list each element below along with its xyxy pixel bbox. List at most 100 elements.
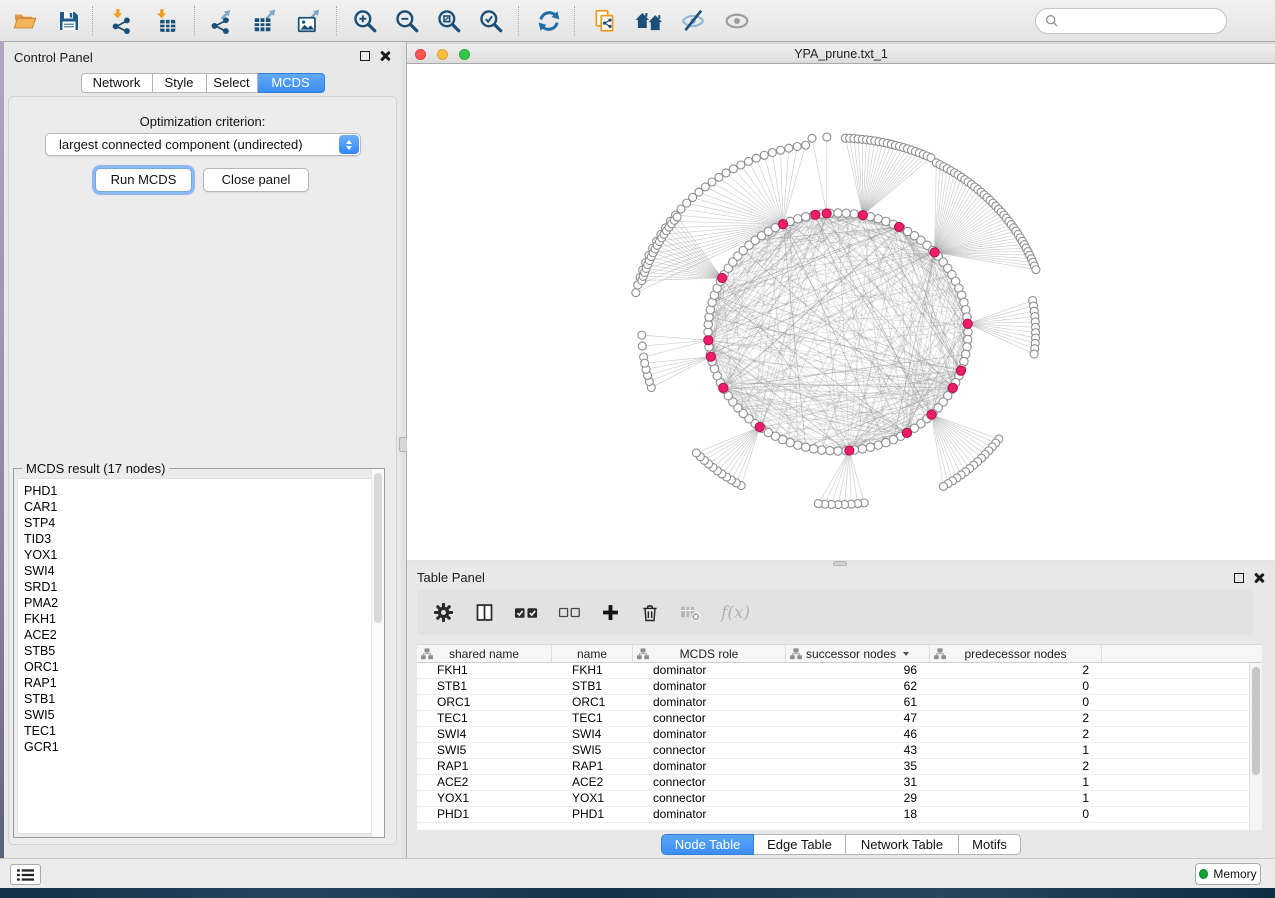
table-cell[interactable]: 0: [930, 695, 1102, 710]
tab-edge-table[interactable]: Edge Table: [754, 834, 846, 855]
network-node[interactable]: [882, 438, 890, 446]
network-node[interactable]: [874, 441, 882, 449]
table-cell[interactable]: dominator: [633, 727, 786, 742]
tab-select[interactable]: Select: [207, 73, 258, 93]
table-cell[interactable]: 43: [786, 743, 930, 758]
column-header-name[interactable]: name: [552, 645, 633, 662]
home-button[interactable]: [628, 3, 670, 39]
table-cell[interactable]: ACE2: [552, 775, 633, 790]
table-cell[interactable]: 2: [930, 711, 1102, 726]
zoom-fit-button[interactable]: [428, 3, 470, 39]
network-node[interactable]: [1032, 266, 1040, 274]
table-cell[interactable]: SWI5: [552, 743, 633, 758]
close-panel-icon[interactable]: [379, 50, 390, 61]
zoom-out-button[interactable]: [386, 3, 428, 39]
network-node[interactable]: [737, 161, 745, 169]
network-node[interactable]: [818, 446, 826, 454]
delete-column-button[interactable]: [640, 602, 660, 624]
zoom-selected-button[interactable]: [470, 3, 512, 39]
mcds-result-item[interactable]: TID3: [18, 531, 380, 547]
table-cell[interactable]: 1: [930, 791, 1102, 806]
network-graph[interactable]: [407, 64, 1275, 560]
export-network-button[interactable]: [200, 3, 242, 39]
network-node[interactable]: [801, 213, 809, 221]
table-settings-button[interactable]: [432, 601, 455, 624]
network-canvas[interactable]: [407, 64, 1275, 560]
mcds-hub-node[interactable]: [902, 428, 911, 437]
network-node[interactable]: [760, 151, 768, 159]
table-cell[interactable]: 96: [786, 663, 930, 678]
network-node[interactable]: [638, 331, 646, 339]
mcds-result-item[interactable]: FKH1: [18, 611, 380, 627]
table-row[interactable]: ORC1ORC1dominator610: [417, 695, 1262, 711]
network-node[interactable]: [722, 169, 730, 177]
close-panel-icon[interactable]: [1253, 572, 1264, 583]
table-cell[interactable]: connector: [633, 775, 786, 790]
table-row[interactable]: SWI4SWI4dominator462: [417, 727, 1262, 743]
table-cell[interactable]: 29: [786, 791, 930, 806]
mcds-result-item[interactable]: GCR1: [18, 739, 380, 755]
delete-table-button[interactable]: [679, 603, 702, 622]
refresh-button[interactable]: [528, 3, 570, 39]
float-panel-icon[interactable]: [360, 51, 370, 61]
network-node[interactable]: [834, 447, 842, 455]
table-cell[interactable]: FKH1: [552, 663, 633, 678]
network-node[interactable]: [729, 165, 737, 173]
network-node[interactable]: [802, 141, 810, 149]
table-row[interactable]: TEC1TEC1connector472: [417, 711, 1262, 727]
network-node[interactable]: [785, 144, 793, 152]
table-cell[interactable]: 31: [786, 775, 930, 790]
mcds-result-item[interactable]: STP4: [18, 515, 380, 531]
table-row[interactable]: PHD1PHD1dominator180: [417, 807, 1262, 823]
network-node[interactable]: [692, 449, 700, 457]
table-cell[interactable]: SWI4: [552, 727, 633, 742]
export-table-button[interactable]: [244, 3, 286, 39]
column-header-MCDS-role[interactable]: MCDS role: [633, 645, 786, 662]
network-node[interactable]: [794, 441, 802, 449]
float-panel-icon[interactable]: [1234, 573, 1244, 583]
mcds-hub-node[interactable]: [719, 383, 728, 392]
memory-button[interactable]: Memory: [1195, 863, 1261, 885]
network-node[interactable]: [673, 213, 681, 221]
table-cell[interactable]: TEC1: [552, 711, 633, 726]
import-table-button[interactable]: [144, 3, 186, 39]
hide-selected-button[interactable]: [672, 3, 714, 39]
network-node[interactable]: [641, 359, 649, 367]
mcds-result-item[interactable]: SWI5: [18, 707, 380, 723]
tab-motifs[interactable]: Motifs: [959, 834, 1021, 855]
tab-mcds[interactable]: MCDS: [258, 73, 325, 93]
table-cell[interactable]: 1: [930, 743, 1102, 758]
table-cell[interactable]: SWI4: [417, 727, 552, 742]
network-node[interactable]: [850, 210, 858, 218]
mcds-result-item[interactable]: SWI4: [18, 563, 380, 579]
table-row[interactable]: SWI5SWI5connector431: [417, 743, 1262, 759]
mcds-result-item[interactable]: PMA2: [18, 595, 380, 611]
mcds-hub-node[interactable]: [948, 383, 957, 392]
table-cell[interactable]: TEC1: [417, 711, 552, 726]
table-cell[interactable]: PHD1: [417, 807, 552, 822]
column-header-successor-nodes[interactable]: successor nodes: [786, 645, 930, 662]
network-window-titlebar[interactable]: YPA_prune.txt_1: [407, 44, 1275, 64]
network-node[interactable]: [858, 445, 866, 453]
table-cell[interactable]: 0: [930, 807, 1102, 822]
mcds-hub-node[interactable]: [778, 220, 787, 229]
mcds-list-scrollbar[interactable]: [371, 469, 384, 837]
table-cell[interactable]: dominator: [633, 807, 786, 822]
network-node[interactable]: [939, 482, 947, 490]
mcds-hub-node[interactable]: [755, 422, 764, 431]
network-node[interactable]: [768, 149, 776, 157]
network-node[interactable]: [801, 443, 809, 451]
table-row[interactable]: ACE2ACE2connector311: [417, 775, 1262, 791]
import-network-button[interactable]: [100, 3, 142, 39]
select-all-button[interactable]: [514, 605, 539, 621]
table-cell[interactable]: RAP1: [417, 759, 552, 774]
network-node[interactable]: [638, 342, 646, 350]
show-columns-button[interactable]: [474, 602, 495, 623]
function-builder-button[interactable]: f(x): [721, 603, 750, 623]
table-row[interactable]: STB1STB1dominator620: [417, 679, 1262, 695]
table-cell[interactable]: ACE2: [417, 775, 552, 790]
table-cell[interactable]: dominator: [633, 663, 786, 678]
table-row[interactable]: FKH1FKH1dominator962: [417, 663, 1262, 679]
network-node[interactable]: [809, 445, 817, 453]
mcds-result-item[interactable]: CAR1: [18, 499, 380, 515]
